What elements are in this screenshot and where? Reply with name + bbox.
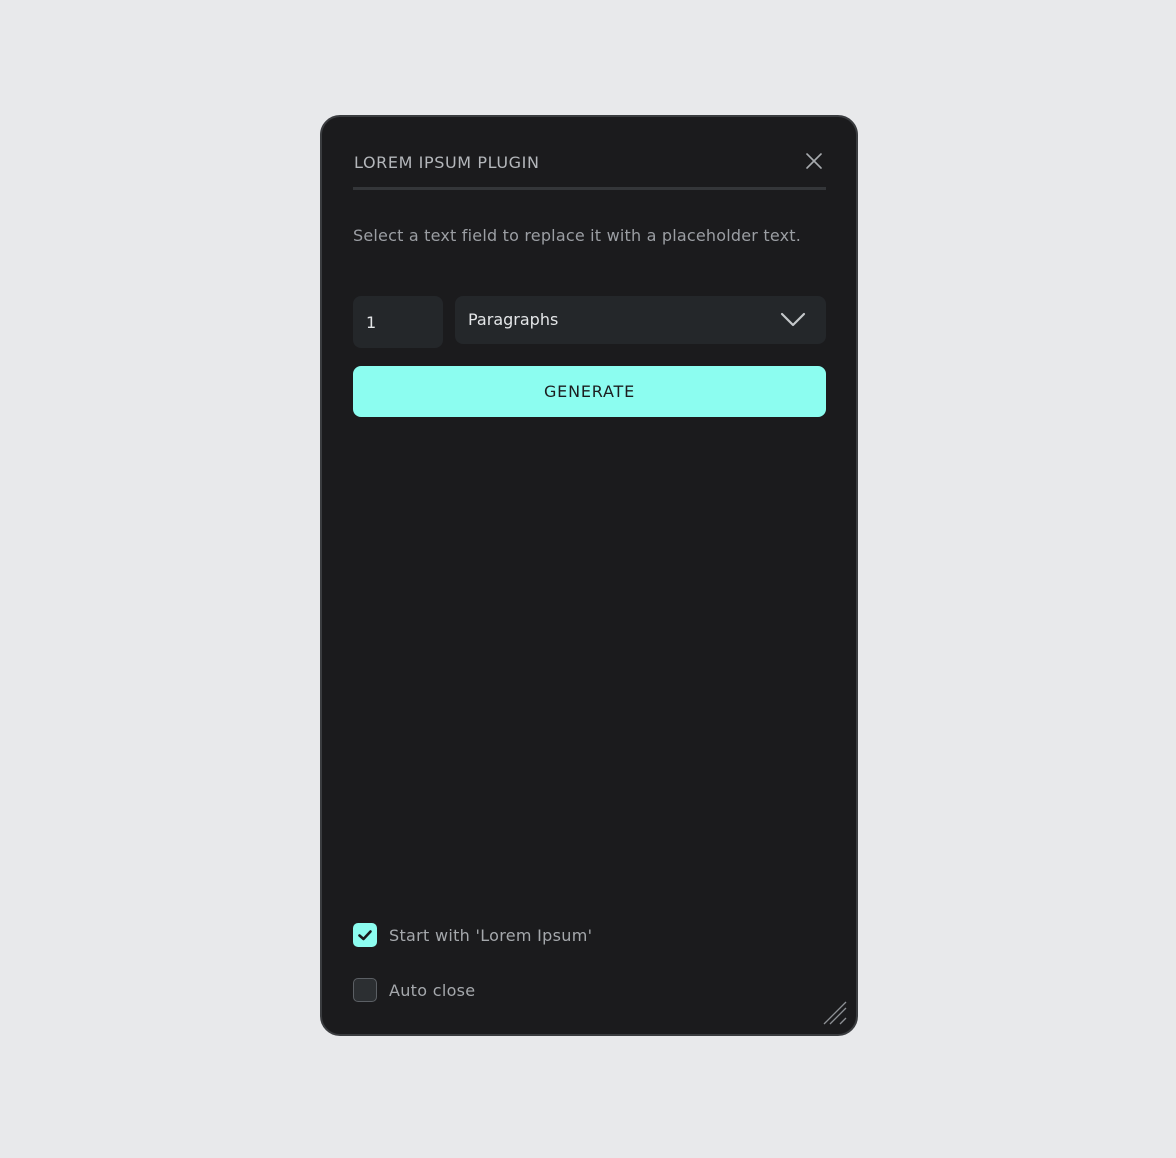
panel-title: LOREM IPSUM PLUGIN	[354, 153, 540, 172]
plugin-panel: LOREM IPSUM PLUGIN Select a text field t…	[320, 115, 858, 1036]
auto-close-option[interactable]: Auto close	[353, 978, 773, 1004]
start-with-lorem-option[interactable]: Start with 'Lorem Ipsum'	[353, 923, 773, 949]
generate-button[interactable]: GENERATE	[353, 366, 826, 417]
count-input[interactable]	[353, 296, 443, 348]
auto-close-label: Auto close	[389, 981, 476, 1000]
panel-header: LOREM IPSUM PLUGIN	[353, 147, 826, 190]
auto-close-checkbox[interactable]	[353, 978, 377, 1002]
unit-dropdown-value: Paragraphs	[468, 310, 559, 329]
checkmark-icon	[358, 930, 372, 941]
close-button[interactable]	[804, 151, 824, 171]
instruction-text: Select a text field to replace it with a…	[353, 226, 802, 245]
resize-grip-icon[interactable]	[822, 1000, 848, 1026]
unit-dropdown[interactable]: Paragraphs	[455, 296, 826, 344]
start-with-lorem-label: Start with 'Lorem Ipsum'	[389, 926, 593, 945]
start-with-lorem-checkbox[interactable]	[353, 923, 377, 947]
close-icon	[806, 153, 822, 169]
chevron-down-icon	[780, 312, 806, 327]
